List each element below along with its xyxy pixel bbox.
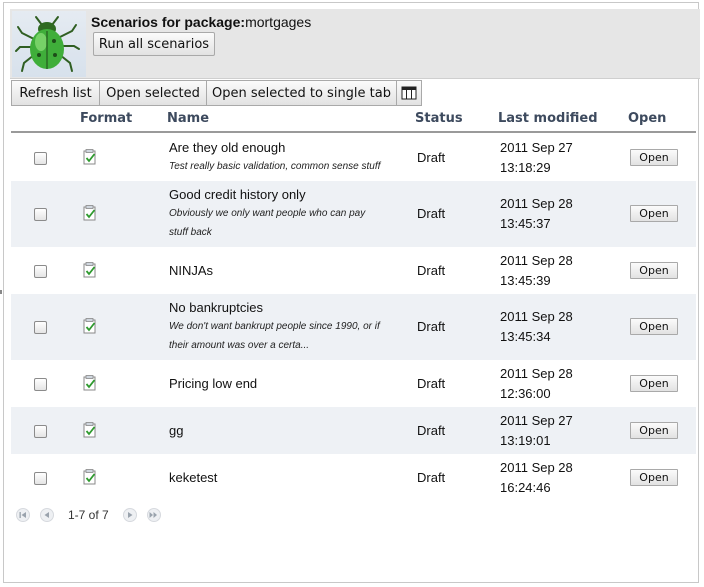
last-modified-date: 2011 Sep 27 bbox=[500, 139, 573, 155]
scenario-description: We don't want bankrupt people since 1990… bbox=[169, 317, 391, 355]
pager: 1-7 of 7 bbox=[16, 507, 171, 523]
toolbar: Refresh list Open selected Open selected… bbox=[11, 80, 422, 106]
previous-page-icon[interactable] bbox=[40, 508, 54, 522]
last-modified-time: 13:45:37 bbox=[500, 216, 551, 231]
scenario-format-icon bbox=[83, 468, 97, 485]
column-header-open[interactable]: Open bbox=[628, 111, 666, 126]
scenario-format-icon bbox=[83, 148, 97, 165]
last-modified: 2011 Sep 28 13:45:39 bbox=[500, 251, 573, 291]
column-header-format[interactable]: Format bbox=[80, 111, 132, 126]
scenario-status: Draft bbox=[417, 149, 446, 165]
scenario-format-icon bbox=[83, 374, 97, 391]
scenario-format-icon bbox=[83, 261, 97, 278]
last-modified-time: 16:24:46 bbox=[500, 479, 551, 495]
row-select-checkbox[interactable] bbox=[34, 377, 47, 391]
scenario-status: Draft bbox=[417, 206, 446, 221]
scenario-status: Draft bbox=[417, 469, 446, 485]
last-page-icon[interactable] bbox=[146, 508, 161, 522]
table-row: keketest Draft 2011 Sep 28 16:24:46 Open bbox=[11, 454, 696, 501]
scenario-status: Draft bbox=[417, 422, 446, 438]
header-divider bbox=[11, 131, 696, 133]
scenario-status: Draft bbox=[417, 262, 446, 278]
page-range-text: 1-7 of 7 bbox=[68, 508, 109, 522]
window-edge-marker bbox=[0, 290, 2, 294]
row-select-checkbox[interactable] bbox=[34, 151, 47, 165]
table-row: Pricing low end Draft 2011 Sep 28 12:36:00 O… bbox=[11, 360, 696, 407]
scenario-description-line: We don't want bankrupt people since 1990… bbox=[169, 321, 380, 332]
scenario-format-icon bbox=[83, 205, 97, 221]
page-title: Scenarios for package:mortgages bbox=[91, 14, 311, 30]
last-modified-time: 13:19:01 bbox=[500, 432, 551, 448]
last-modified: 2011 Sep 28 13:45:37 bbox=[500, 194, 573, 234]
scenario-description: Obviously we only want people who can pa… bbox=[169, 204, 391, 242]
scenario-name: Are they old enough bbox=[169, 140, 286, 155]
last-modified-date: 2011 Sep 28 bbox=[500, 252, 573, 268]
scenario-name: NINJAs bbox=[169, 262, 214, 278]
scenario-description: Test really basic validation, common sen… bbox=[169, 157, 391, 176]
open-scenario-button[interactable]: Open bbox=[630, 421, 678, 439]
last-modified: 2011 Sep 28 16:24:46 bbox=[500, 458, 573, 498]
row-select-checkbox[interactable] bbox=[34, 424, 47, 438]
last-modified-date: 2011 Sep 28 bbox=[500, 459, 573, 475]
last-modified-date: 2011 Sep 28 bbox=[500, 309, 573, 324]
scenario-name: gg bbox=[169, 422, 184, 438]
last-modified: 2011 Sep 27 13:19:01 bbox=[500, 411, 573, 451]
bug-icon bbox=[15, 16, 80, 72]
scenario-format-icon bbox=[83, 318, 97, 334]
table-row: NINJAs Draft 2011 Sep 28 13:45:39 Open bbox=[11, 247, 696, 294]
last-modified-date: 2011 Sep 27 bbox=[500, 412, 573, 428]
last-modified-time: 13:45:34 bbox=[500, 329, 551, 344]
open-scenario-button[interactable]: Open bbox=[630, 468, 678, 486]
last-modified-time: 12:36:00 bbox=[500, 385, 551, 401]
scenario-description-line: Test really basic validation, common sen… bbox=[169, 161, 381, 172]
last-modified: 2011 Sep 28 12:36:00 bbox=[500, 364, 573, 404]
column-header-name[interactable]: Name bbox=[167, 111, 209, 126]
run-all-scenarios-button[interactable]: Run all scenarios bbox=[93, 32, 215, 56]
last-modified-time: 13:45:39 bbox=[500, 272, 551, 288]
next-page-icon[interactable] bbox=[122, 508, 137, 522]
open-scenario-button[interactable]: Open bbox=[630, 374, 678, 392]
scenario-description-line: Obviously we only want people who can pa… bbox=[169, 208, 366, 219]
title-label: Scenarios for package: bbox=[91, 14, 246, 30]
package-logo bbox=[12, 11, 86, 77]
scenario-description-line: their amount was over a certa... bbox=[169, 340, 310, 351]
row-select-checkbox[interactable] bbox=[34, 471, 47, 485]
scenario-name: Pricing low end bbox=[169, 375, 258, 391]
table-row: Good credit history only Obviously we onl… bbox=[11, 181, 696, 247]
open-scenario-button[interactable]: Open bbox=[630, 261, 678, 279]
scenario-name: Good credit history only bbox=[169, 187, 306, 202]
last-modified-date: 2011 Sep 28 bbox=[500, 365, 573, 381]
open-scenario-button[interactable]: Open bbox=[630, 148, 678, 166]
first-page-icon[interactable] bbox=[16, 508, 30, 522]
column-picker-icon bbox=[401, 86, 417, 100]
table-row: No bankruptcies We don't want bankrupt pe… bbox=[11, 294, 696, 360]
row-select-checkbox[interactable] bbox=[34, 208, 47, 221]
open-selected-single-tab-button[interactable]: Open selected to single tab bbox=[206, 80, 397, 106]
last-modified: 2011 Sep 27 13:18:29 bbox=[500, 138, 573, 178]
scenario-name: keketest bbox=[169, 469, 218, 485]
scenario-format-icon bbox=[83, 421, 97, 438]
last-modified: 2011 Sep 28 13:45:34 bbox=[500, 307, 573, 347]
last-modified-date: 2011 Sep 28 bbox=[500, 196, 573, 211]
scenario-description-line: stuff back bbox=[169, 227, 212, 238]
scenario-status: Draft bbox=[417, 375, 446, 391]
refresh-list-button[interactable]: Refresh list bbox=[11, 80, 100, 106]
open-selected-button[interactable]: Open selected bbox=[99, 80, 207, 106]
table-row: gg Draft 2011 Sep 27 13:19:01 Open bbox=[11, 407, 696, 454]
column-picker-button[interactable] bbox=[396, 80, 422, 106]
open-scenario-button[interactable]: Open bbox=[630, 205, 678, 222]
table-row: Are they old enough Test really basic val… bbox=[11, 134, 696, 181]
column-header-last-modified[interactable]: Last modified bbox=[498, 111, 598, 126]
open-scenario-button[interactable]: Open bbox=[630, 318, 678, 335]
scenario-name: No bankruptcies bbox=[169, 300, 263, 315]
column-header-status[interactable]: Status bbox=[415, 111, 463, 126]
package-name: mortgages bbox=[245, 14, 312, 30]
last-modified-time: 13:18:29 bbox=[500, 159, 551, 175]
scenario-status: Draft bbox=[417, 319, 446, 334]
row-select-checkbox[interactable] bbox=[34, 264, 47, 278]
row-select-checkbox[interactable] bbox=[34, 321, 47, 334]
